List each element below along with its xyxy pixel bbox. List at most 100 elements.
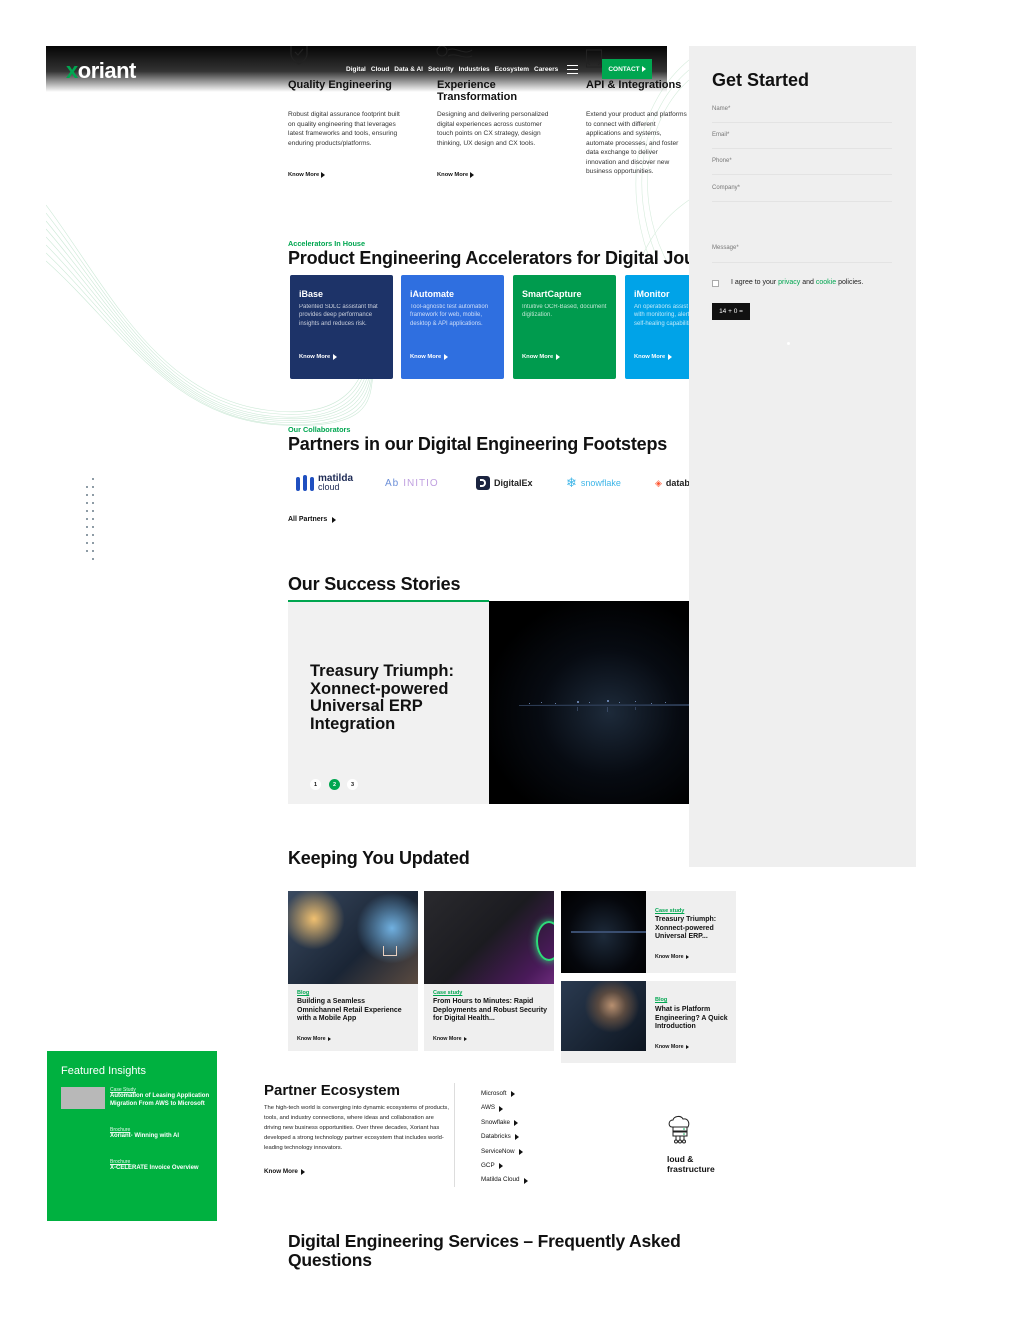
play-icon [514, 1120, 519, 1127]
card-desc: Patented SDLC assistant that provides de… [299, 304, 378, 327]
service-title: API & Integrations [586, 79, 682, 91]
section-eyebrow: Our Collaborators [288, 425, 351, 434]
know-more-link[interactable]: Know More [433, 1036, 467, 1042]
know-more-link[interactable]: Know More [522, 354, 607, 360]
page: { "header": { "logo_x": "x", "logo_rest"… [0, 0, 1024, 1325]
partner-link-aws[interactable]: AWS [481, 1101, 528, 1115]
email-field[interactable]: Email* [712, 132, 729, 138]
card-title: iMonitor [634, 289, 670, 299]
health-tech-image [424, 891, 554, 984]
accelerator-card[interactable]: SmartCapture Intuitive OCR-Based, docume… [513, 275, 616, 379]
dot [92, 526, 94, 528]
ecosystem-title: Partner Ecosystem [264, 1082, 400, 1099]
card-desc: Intuitive OCR-Based, document digitizati… [522, 304, 607, 319]
know-more-link[interactable]: Know More [634, 354, 689, 360]
play-icon [518, 1148, 523, 1155]
partner-logo-digitalex: DigitalEx [476, 472, 533, 494]
databricks-icon: ◈ [655, 477, 662, 488]
progress-bar [288, 600, 489, 602]
agree-checkbox[interactable] [712, 280, 719, 287]
play-icon [321, 172, 326, 178]
message-field[interactable]: Message* [712, 245, 739, 251]
know-more-link[interactable]: Know More [410, 354, 495, 360]
play-icon [685, 955, 689, 959]
dot [92, 518, 94, 520]
know-more-link[interactable]: Know More [297, 1036, 331, 1042]
dot [92, 510, 94, 512]
all-partners-link[interactable]: All Partners [288, 516, 337, 523]
skyline [571, 931, 646, 933]
know-more-link[interactable]: Know More [288, 172, 326, 178]
city-night-image [561, 891, 646, 973]
company-field[interactable]: Company* [712, 185, 740, 191]
cloud-infrastructure-label: loud & frastructure [667, 1154, 715, 1174]
know-more-link[interactable]: Know More [264, 1168, 305, 1175]
dot [92, 502, 94, 504]
play-icon [641, 66, 646, 72]
know-more-link[interactable]: Know More [437, 172, 475, 178]
retail-image [288, 891, 418, 984]
play-icon [514, 1134, 519, 1141]
service-desc: Robust digital assurance footprint built… [288, 111, 400, 147]
dot [86, 502, 88, 504]
dot [92, 542, 94, 544]
insight-item[interactable]: Brochure X-CELERATE Invoice Overview [110, 1159, 210, 1173]
phone-field[interactable]: Phone* [712, 158, 732, 164]
partners-title: Partners in our Digital Engineering Foot… [288, 434, 668, 454]
nav-data-ai[interactable]: Data & AI [394, 66, 423, 73]
know-more-link[interactable]: Know More [655, 954, 689, 960]
user-experience-icon [434, 46, 474, 68]
section-eyebrow: Accelerators In House [288, 239, 366, 248]
partner-link-databricks[interactable]: Databricks [481, 1130, 528, 1144]
shield-check-icon [287, 46, 311, 68]
service-desc: Designing and delivering personalized di… [437, 111, 549, 147]
privacy-link[interactable]: privacy [778, 279, 800, 286]
update-tag: Blog [655, 997, 668, 1003]
accelerator-card[interactable]: iMonitor An operations assist framework … [625, 275, 689, 379]
play-icon [327, 1037, 331, 1041]
field-underline [712, 201, 892, 202]
accelerator-card[interactable]: iBase Patented SDLC assistant that provi… [290, 275, 393, 379]
field-underline [712, 174, 892, 175]
partner-logo-snowflake: ❄ snowflake [566, 475, 621, 490]
matilda-icon [296, 475, 314, 491]
insight-item[interactable]: Case Study Automation of Leasing Applica… [110, 1087, 210, 1109]
cookie-link[interactable]: cookie [816, 279, 836, 286]
play-icon [463, 1037, 467, 1041]
know-more-link[interactable]: Know More [655, 1044, 689, 1050]
nav-digital[interactable]: Digital [346, 66, 366, 73]
partner-link-gcp[interactable]: GCP [481, 1159, 528, 1173]
service-title: Quality Engineering [288, 79, 392, 91]
accelerator-card[interactable]: iAutomate Tool-agnostic test automation … [401, 275, 504, 379]
name-field[interactable]: Name* [712, 106, 730, 112]
nav-careers[interactable]: Careers [534, 66, 558, 73]
contact-button[interactable]: CONTACT [602, 59, 652, 79]
partner-link-servicenow[interactable]: ServiceNow [481, 1145, 528, 1159]
partner-link-snowflake[interactable]: Snowflake [481, 1116, 528, 1130]
card-desc: Tool-agnostic test automation framework … [410, 304, 489, 327]
know-more-link[interactable]: Know More [299, 354, 384, 360]
service-desc: Extend your product and platforms to con… [586, 111, 687, 175]
card-title: iAutomate [410, 289, 455, 299]
nav-cloud[interactable]: Cloud [371, 66, 389, 73]
field-underline [712, 122, 892, 123]
insight-item[interactable]: Brochure Xoriant- Winning with AI [110, 1127, 210, 1141]
partner-logo-databricks: ◈databricks [655, 477, 689, 489]
pagination-1[interactable]: 1 [310, 779, 321, 790]
partner-link-matilda-cloud[interactable]: Matilda Cloud [481, 1173, 528, 1187]
divider [454, 1083, 455, 1187]
update-title: Building a Seamless Omnichannel Retail E… [297, 998, 402, 1022]
accelerator-carousel: iBase Patented SDLC assistant that provi… [288, 272, 689, 382]
update-title: What is Platform Engineering? A Quick In… [655, 1006, 728, 1030]
nav-ecosystem[interactable]: Ecosystem [495, 66, 529, 73]
pagination-2[interactable]: 2 [329, 779, 340, 790]
dot [92, 558, 94, 560]
logo[interactable]: xoriant [66, 58, 136, 84]
partner-logo-initio: Ab INITIO [385, 477, 439, 489]
menu-icon[interactable] [567, 65, 578, 74]
pagination-3[interactable]: 3 [347, 779, 358, 790]
play-icon [470, 172, 475, 178]
dot [92, 550, 94, 552]
update-tag: Blog [297, 990, 310, 996]
partner-link-microsoft[interactable]: Microsoft [481, 1087, 528, 1101]
